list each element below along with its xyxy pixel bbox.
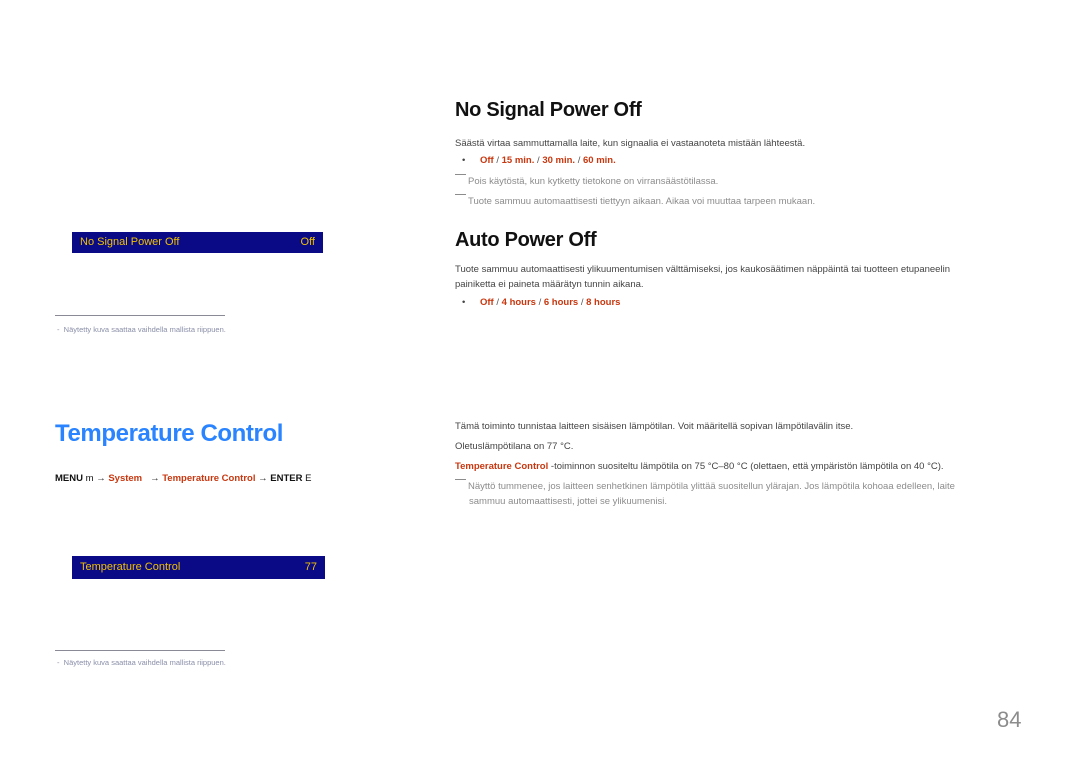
- option-4h: 4 hours: [501, 297, 536, 308]
- auto-power-description-2: painiketta ei paineta määrätyn tunnin ai…: [455, 279, 644, 290]
- auto-power-options: • Off / 4 hours / 6 hours / 8 hours: [462, 297, 621, 308]
- temperature-note-1: Näyttö tummenee, jos laitteen senhetkine…: [455, 479, 955, 494]
- note-dash-icon: [455, 174, 466, 175]
- option-30min: 30 min.: [542, 155, 576, 166]
- option-off: Off: [480, 297, 494, 308]
- osd-label: Temperature Control: [80, 561, 181, 573]
- page-number: 84: [997, 707, 1022, 732]
- osd-temperature-control: Temperature Control 77: [72, 556, 325, 579]
- auto-power-description-1: Tuote sammuu automaattisesti ylikuumentu…: [455, 264, 950, 275]
- note-dash-icon: [455, 479, 466, 480]
- option-8h: 8 hours: [586, 297, 621, 308]
- menu-path: MENU m → System → Temperature Control → …: [55, 473, 312, 484]
- temperature-recommended: Temperature Control -toiminnon suositelt…: [455, 461, 944, 472]
- enter-icon: E: [305, 473, 312, 484]
- option-6h: 6 hours: [543, 297, 579, 308]
- footnote-1: - Näytetty kuva saattaa vaihdella mallis…: [57, 325, 226, 334]
- no-signal-heading: No Signal Power Off: [455, 99, 642, 121]
- osd-value: 77: [304, 561, 317, 573]
- no-signal-options: • Off / 15 min. / 30 min. / 60 min.: [462, 155, 616, 166]
- bullet: •: [462, 155, 466, 166]
- osd-no-signal-power-off: No Signal Power Off Off: [72, 232, 323, 253]
- footnote-2: - Näytetty kuva saattaa vaihdella mallis…: [57, 658, 226, 667]
- option-60min: 60 min.: [582, 155, 616, 166]
- no-signal-note-1: Pois käytöstä, kun kytketty tietokone on…: [455, 174, 718, 189]
- menu-icon: m: [85, 473, 94, 484]
- note-dash-icon: [455, 194, 466, 195]
- temperature-title: Temperature Control: [55, 420, 283, 447]
- osd-label: No Signal Power Off: [80, 236, 180, 248]
- temperature-default: Oletuslämpötilana on 77 °C.: [455, 441, 574, 452]
- footnote-divider: [55, 650, 225, 651]
- auto-power-heading: Auto Power Off: [455, 229, 597, 251]
- footnote-divider: [55, 315, 225, 316]
- option-15min: 15 min.: [501, 155, 535, 166]
- option-off: Off: [480, 155, 494, 166]
- bullet: •: [462, 297, 466, 308]
- osd-value: Off: [300, 236, 315, 248]
- no-signal-note-2: Tuote sammuu automaattisesti tiettyyn ai…: [455, 194, 815, 209]
- no-signal-description: Säästä virtaa sammuttamalla laite, kun s…: [455, 138, 806, 149]
- path-temperature-control: Temperature Control: [162, 473, 256, 484]
- temperature-description: Tämä toiminto tunnistaa laitteen sisäise…: [455, 421, 854, 432]
- path-system: System: [108, 473, 143, 484]
- temperature-note-2: sammuu automaattisesti, jottei se ylikuu…: [469, 496, 667, 507]
